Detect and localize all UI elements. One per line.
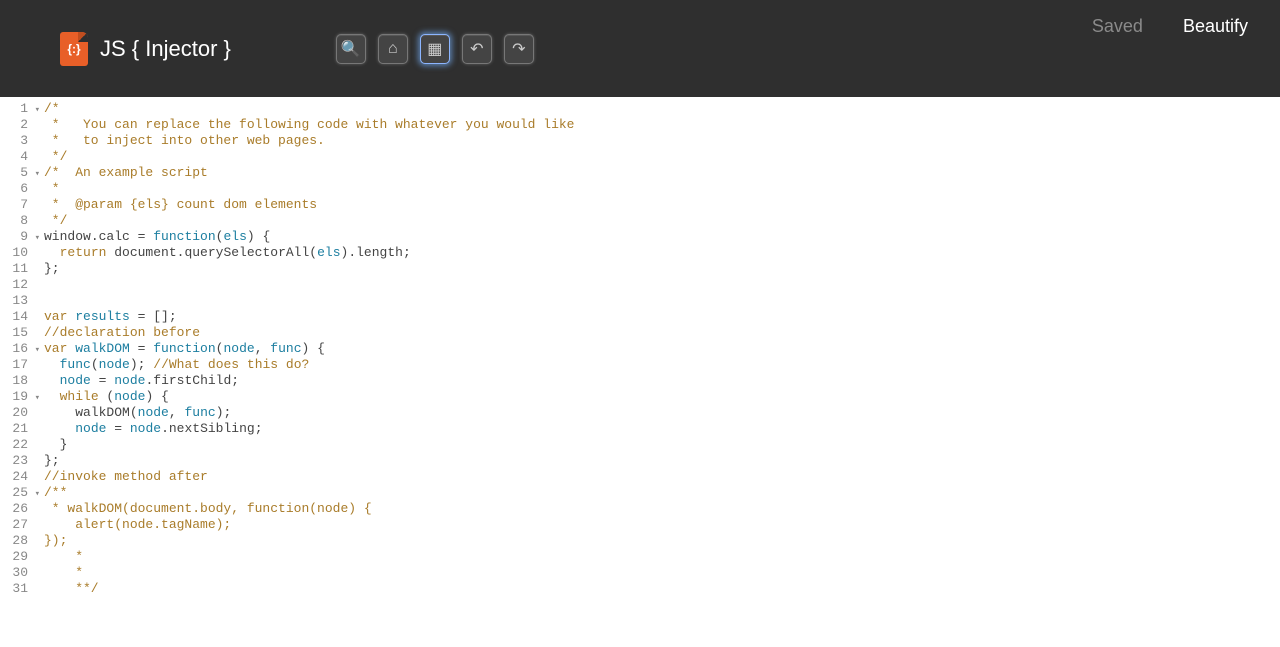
redo-icon: ↷	[512, 39, 525, 59]
code-line[interactable]	[44, 277, 1280, 293]
code-line[interactable]: return document.querySelectorAll(els).le…	[44, 245, 1280, 261]
line-number: 30	[0, 565, 40, 581]
fold-chevron-icon[interactable]: ▾	[35, 166, 40, 182]
code-line[interactable]: /*	[44, 101, 1280, 117]
code-line[interactable]: };	[44, 261, 1280, 277]
code-line[interactable]: * to inject into other web pages.	[44, 133, 1280, 149]
line-number: 14	[0, 309, 40, 325]
page-icon: ▦	[427, 39, 442, 59]
line-number: 25▾	[0, 485, 40, 501]
line-number: 22	[0, 437, 40, 453]
line-number: 16▾	[0, 341, 40, 357]
line-number: 9▾	[0, 229, 40, 245]
code-area[interactable]: /* * You can replace the following code …	[40, 97, 1280, 647]
search-icon: 🔍	[341, 39, 361, 59]
line-number: 10	[0, 245, 40, 261]
line-number: 6	[0, 181, 40, 197]
line-number: 23	[0, 453, 40, 469]
code-line[interactable]	[44, 293, 1280, 309]
header-right-actions: Saved Beautify	[1092, 16, 1248, 37]
header-bar: {:} JS { Injector } 🔍 ⌂ ▦ ↶ ↷ Saved Beautify	[0, 0, 1280, 97]
page-button[interactable]: ▦	[420, 34, 450, 64]
code-line[interactable]: *	[44, 181, 1280, 197]
code-line[interactable]: * You can replace the following code wit…	[44, 117, 1280, 133]
logo-wrap: {:} JS { Injector }	[60, 32, 231, 66]
line-number: 7	[0, 197, 40, 213]
line-number: 17	[0, 357, 40, 373]
code-line[interactable]: /**	[44, 485, 1280, 501]
logo-glyph: {:}	[67, 42, 80, 56]
code-line[interactable]: //invoke method after	[44, 469, 1280, 485]
code-line[interactable]: });	[44, 533, 1280, 549]
code-line[interactable]: walkDOM(node, func);	[44, 405, 1280, 421]
search-button[interactable]: 🔍	[336, 34, 366, 64]
line-number: 3	[0, 133, 40, 149]
line-number: 1▾	[0, 101, 40, 117]
undo-button[interactable]: ↶	[462, 34, 492, 64]
code-line[interactable]: //declaration before	[44, 325, 1280, 341]
code-line[interactable]: alert(node.tagName);	[44, 517, 1280, 533]
line-number: 13	[0, 293, 40, 309]
code-line[interactable]: /* An example script	[44, 165, 1280, 181]
app-logo-icon: {:}	[60, 32, 88, 66]
line-number: 24	[0, 469, 40, 485]
line-number: 8	[0, 213, 40, 229]
code-line[interactable]: func(node); //What does this do?	[44, 357, 1280, 373]
code-line[interactable]: window.calc = function(els) {	[44, 229, 1280, 245]
line-number: 27	[0, 517, 40, 533]
code-line[interactable]: * @param {els} count dom elements	[44, 197, 1280, 213]
code-line[interactable]: var results = [];	[44, 309, 1280, 325]
line-number: 4	[0, 149, 40, 165]
line-number: 15	[0, 325, 40, 341]
saved-status-label: Saved	[1092, 16, 1143, 37]
code-line[interactable]: };	[44, 453, 1280, 469]
fold-chevron-icon[interactable]: ▾	[35, 230, 40, 246]
home-button[interactable]: ⌂	[378, 34, 408, 64]
beautify-button[interactable]: Beautify	[1183, 16, 1248, 37]
code-line[interactable]: node = node.firstChild;	[44, 373, 1280, 389]
redo-button[interactable]: ↷	[504, 34, 534, 64]
code-line[interactable]: **/	[44, 581, 1280, 597]
fold-chevron-icon[interactable]: ▾	[35, 390, 40, 406]
app-title: JS { Injector }	[100, 36, 231, 62]
code-editor[interactable]: 1▾2345▾6789▾10111213141516▾171819▾202122…	[0, 97, 1280, 647]
code-line[interactable]: while (node) {	[44, 389, 1280, 405]
line-number: 20	[0, 405, 40, 421]
undo-icon: ↶	[470, 39, 483, 59]
line-number: 19▾	[0, 389, 40, 405]
code-line[interactable]: }	[44, 437, 1280, 453]
fold-chevron-icon[interactable]: ▾	[35, 342, 40, 358]
fold-chevron-icon[interactable]: ▾	[35, 486, 40, 502]
code-line[interactable]: *	[44, 565, 1280, 581]
line-number: 29	[0, 549, 40, 565]
home-icon: ⌂	[388, 40, 398, 58]
line-number: 18	[0, 373, 40, 389]
line-number: 28	[0, 533, 40, 549]
line-number: 5▾	[0, 165, 40, 181]
fold-chevron-icon[interactable]: ▾	[35, 102, 40, 118]
line-number: 12	[0, 277, 40, 293]
line-number: 26	[0, 501, 40, 517]
line-number: 11	[0, 261, 40, 277]
code-line[interactable]: *	[44, 549, 1280, 565]
line-number: 31	[0, 581, 40, 597]
line-gutter: 1▾2345▾6789▾10111213141516▾171819▾202122…	[0, 97, 40, 647]
code-line[interactable]: node = node.nextSibling;	[44, 421, 1280, 437]
toolbar: 🔍 ⌂ ▦ ↶ ↷	[336, 34, 534, 64]
code-line[interactable]: var walkDOM = function(node, func) {	[44, 341, 1280, 357]
code-line[interactable]: */	[44, 149, 1280, 165]
line-number: 21	[0, 421, 40, 437]
line-number: 2	[0, 117, 40, 133]
code-line[interactable]: * walkDOM(document.body, function(node) …	[44, 501, 1280, 517]
code-line[interactable]: */	[44, 213, 1280, 229]
